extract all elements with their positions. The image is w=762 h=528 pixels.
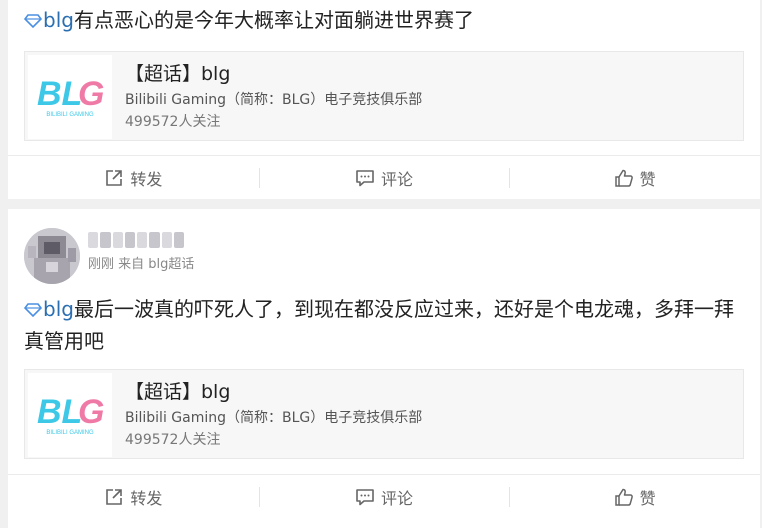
topic-card[interactable]: BL G BILIBILI GAMING 【超话】blg Bilibili Ga… bbox=[24, 369, 744, 459]
topic-logo: BL G BILIBILI GAMING bbox=[28, 55, 112, 139]
post-card: 刚刚 来自 blg超话 blg最后一波真的吓死人了，到现在都没反应过来，还好是个… bbox=[8, 209, 760, 528]
post-body: 最后一波真的吓死人了，到现在都没反应过来，还好是个电龙魂，多拜一拜真管用吧 bbox=[24, 297, 734, 353]
post-meta: 刚刚 来自 blg超话 bbox=[88, 257, 195, 272]
share-icon bbox=[106, 488, 123, 505]
post-body: 有点恶心的是今年大概率让对面躺进世界赛了 bbox=[73, 8, 474, 32]
topic-title: 【超话】blg bbox=[125, 63, 231, 85]
action-bar: 转发 评论 赞 bbox=[8, 155, 760, 199]
topic-card[interactable]: BL G BILIBILI GAMING 【超话】blg Bilibili Ga… bbox=[24, 51, 744, 141]
logo-caption: BILIBILI GAMING bbox=[46, 112, 94, 118]
diamond-icon bbox=[24, 14, 42, 28]
topic-description: Bilibili Gaming（简称：BLG）电子竞技俱乐部 bbox=[125, 410, 423, 426]
comment-button[interactable]: 评论 bbox=[258, 475, 510, 518]
like-button[interactable]: 赞 bbox=[509, 475, 760, 518]
share-icon bbox=[106, 169, 123, 186]
avatar[interactable] bbox=[24, 228, 80, 284]
logo-caption: BILIBILI GAMING bbox=[46, 430, 94, 436]
repost-label: 转发 bbox=[130, 169, 163, 189]
repost-button[interactable]: 转发 bbox=[8, 475, 259, 518]
comment-label: 评论 bbox=[381, 488, 414, 508]
username-blurred[interactable] bbox=[88, 232, 184, 248]
svg-text:G: G bbox=[78, 393, 104, 431]
topic-link[interactable]: blg bbox=[43, 8, 74, 32]
post-card: blg有点恶心的是今年大概率让对面躺进世界赛了 BL G BILIBILI GA… bbox=[8, 0, 760, 199]
topic-followers: 499572人关注 bbox=[125, 114, 221, 130]
repost-label: 转发 bbox=[130, 488, 163, 508]
topic-link[interactable]: blg bbox=[43, 297, 74, 321]
post-text: blg有点恶心的是今年大概率让对面躺进世界赛了 bbox=[24, 4, 742, 36]
topic-logo: BL G BILIBILI GAMING bbox=[28, 373, 112, 457]
like-button[interactable]: 赞 bbox=[509, 156, 760, 199]
comment-icon bbox=[356, 169, 374, 186]
comment-button[interactable]: 评论 bbox=[258, 156, 510, 199]
action-bar: 转发 评论 赞 bbox=[8, 474, 760, 518]
topic-followers: 499572人关注 bbox=[125, 432, 221, 448]
like-label: 赞 bbox=[639, 169, 656, 189]
repost-button[interactable]: 转发 bbox=[8, 156, 259, 199]
thumbs-up-icon bbox=[614, 169, 633, 187]
topic-description: Bilibili Gaming（简称：BLG）电子竞技俱乐部 bbox=[125, 92, 423, 108]
comment-icon bbox=[356, 488, 374, 505]
like-label: 赞 bbox=[639, 488, 656, 508]
svg-text:BL: BL bbox=[37, 393, 82, 431]
diamond-icon bbox=[24, 303, 42, 317]
comment-label: 评论 bbox=[381, 169, 414, 189]
topic-title: 【超话】blg bbox=[125, 381, 231, 403]
post-text: blg最后一波真的吓死人了，到现在都没反应过来，还好是个电龙魂，多拜一拜真管用吧 bbox=[24, 293, 742, 357]
svg-text:G: G bbox=[78, 75, 104, 113]
thumbs-up-icon bbox=[614, 488, 633, 506]
svg-text:BL: BL bbox=[37, 75, 82, 113]
